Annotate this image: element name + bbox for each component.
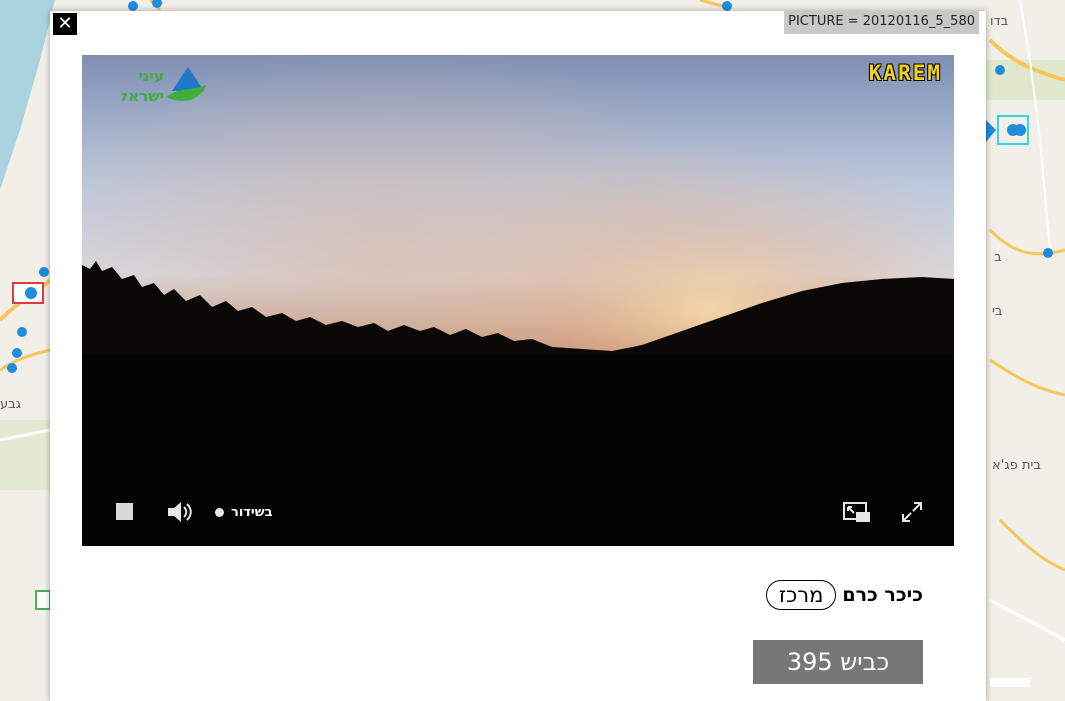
map-place-label: בדו: [990, 14, 1009, 29]
map-place-label: גבע: [0, 397, 22, 412]
camera-marker-icon: [722, 1, 732, 11]
close-button[interactable]: ✕: [53, 13, 77, 35]
live-indicator: בשידור: [215, 502, 273, 522]
camera-marker-icon: [1043, 248, 1053, 258]
close-icon: ✕: [57, 13, 73, 34]
live-label: בשידור: [231, 504, 273, 520]
svg-text:עיני: עיני: [138, 67, 164, 85]
camera-marker-icon: [7, 363, 17, 373]
brand-watermark: KAREM: [868, 61, 942, 85]
road-badge: כביש 395: [753, 640, 923, 684]
map-place-label: בית פג'א: [992, 458, 1041, 473]
brand-logo-icon: עיני ישראל: [122, 67, 206, 105]
map-place-label: בי: [992, 304, 1003, 319]
map-place-label: ב: [994, 250, 1002, 265]
region-badge: מרכז: [765, 580, 837, 610]
camera-marker-icon: [39, 267, 49, 277]
volume-icon[interactable]: [166, 500, 194, 524]
picture-in-picture-icon[interactable]: [842, 500, 872, 524]
live-dot-icon: [215, 507, 224, 517]
fullscreen-icon[interactable]: [900, 500, 924, 524]
picture-id-label: PICTURE = 20120116_5_580: [784, 11, 979, 34]
camera-marker-icon: [152, 0, 162, 8]
camera-marker-icon: [17, 327, 27, 337]
camera-marker-icon: [128, 1, 138, 11]
video-controls: בשידור: [82, 492, 954, 546]
video-player[interactable]: עיני ישראל KAREM בשידור: [82, 55, 954, 546]
camera-info: כיכר כרם מרכז: [765, 580, 923, 610]
svg-text:ישראל: ישראל: [122, 87, 164, 105]
camera-modal: ✕ PICTURE = 20120116_5_580 עיני ישראל KA…: [50, 11, 986, 701]
stop-button[interactable]: [116, 503, 133, 520]
camera-marker-icon: [995, 65, 1005, 75]
camera-marker-icon: [12, 348, 22, 358]
video-frame: [82, 55, 954, 546]
location-name: כיכר כרם: [842, 584, 923, 606]
